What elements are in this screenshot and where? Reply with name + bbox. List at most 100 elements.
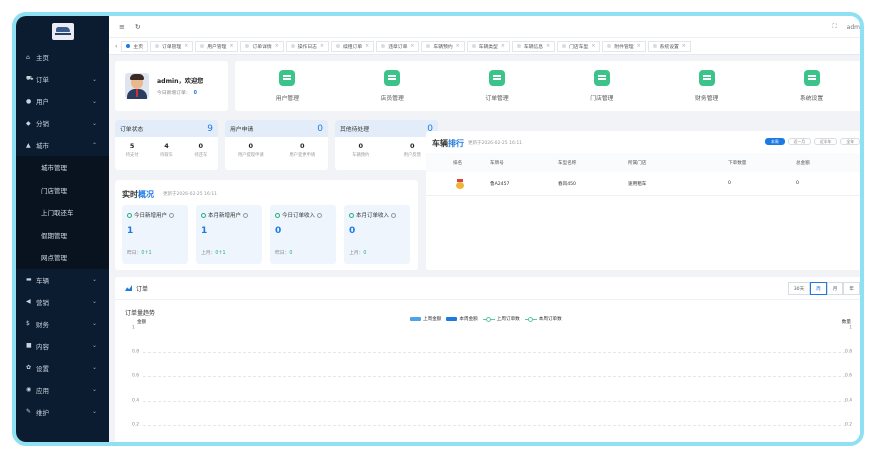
close-icon[interactable]: × <box>546 44 550 49</box>
ranking-range-button[interactable]: 近半年 <box>814 138 838 145</box>
tab-label: 订单详情 <box>252 44 272 50</box>
sidebar-item-cart[interactable]: ⛟ 订单 ⌄ <box>16 68 109 90</box>
info-icon[interactable] <box>169 212 175 218</box>
sidebar-subitem[interactable]: 假期管理 <box>16 223 109 246</box>
tab-5[interactable]: 操作日志 × <box>285 40 329 52</box>
stat-label: 待还车 <box>194 153 208 158</box>
chevron-down-icon: ⌄ <box>91 276 97 283</box>
close-icon[interactable]: × <box>456 44 460 49</box>
tab-3[interactable]: 用户管理 × <box>195 40 239 52</box>
tab-8[interactable]: 车辆预约 × <box>421 40 465 52</box>
content-icon: ■ <box>26 342 32 349</box>
sidebar-item-marketing[interactable]: ◀ 营销 ⌄ <box>16 291 109 313</box>
stat-item[interactable]: 0 车辆预约 <box>352 142 369 158</box>
sidebar-item-settings[interactable]: ✿ 设置 ⌄ <box>16 357 109 379</box>
realtime-updated: 更新于2026-02-25 16:11 <box>163 192 218 197</box>
chevron-down-icon: ⌄ <box>91 386 97 393</box>
sidebar-item-app[interactable]: ◉ 应用 ⌄ <box>16 379 109 401</box>
tab-label: 用户管理 <box>207 44 227 50</box>
ranking-range-button[interactable]: 全年 <box>840 138 860 145</box>
tab-2[interactable]: 订单管理 × <box>150 40 194 52</box>
tabs-scroll-left-icon[interactable]: ‹ <box>115 43 117 50</box>
stat-item[interactable]: 0 用户反馈 <box>404 142 421 158</box>
refresh-icon[interactable]: ↻ <box>135 23 141 31</box>
fullscreen-icon[interactable]: ⛶ <box>832 23 836 31</box>
chart-icon <box>125 285 132 291</box>
sidebar-item-label: 城市 <box>36 142 49 150</box>
close-icon[interactable]: × <box>365 44 369 49</box>
y-tick-right: 0.6 <box>845 373 852 379</box>
legend-item[interactable]: 上周金额 <box>410 316 441 322</box>
stat-value: 0 <box>248 142 254 150</box>
ranking-range-button[interactable]: 近一月 <box>787 138 812 145</box>
sidebar-item-home[interactable]: ⌂ 主页 <box>16 46 109 68</box>
chevron-down-icon: ⌄ <box>91 119 97 127</box>
tab-6[interactable]: 续租订单 × <box>330 40 375 52</box>
sidebar-item-user[interactable]: ● 用户 ⌄ <box>16 90 109 112</box>
sidebar-item-car[interactable]: ▬ 车辆 ⌄ <box>16 269 109 291</box>
shortcut-clerk-manage[interactable]: 店员管理 <box>352 70 432 102</box>
table-row[interactable]: 鲁A2457 春风450 速用租车 0 0 <box>426 172 860 196</box>
close-icon[interactable]: × <box>501 44 505 49</box>
welcome-greeting: admin，欢迎您 <box>157 78 204 85</box>
close-icon[interactable]: × <box>410 44 414 49</box>
close-icon[interactable]: × <box>229 44 233 49</box>
user-menu[interactable]: adm <box>847 24 860 31</box>
order-range-button[interactable]: 30天 <box>787 282 811 295</box>
sidebar-item-content[interactable]: ■ 内容 ⌄ <box>16 335 109 357</box>
close-icon[interactable]: × <box>320 44 324 49</box>
stat-item[interactable]: 0 用户提现申请 <box>238 142 264 158</box>
close-icon[interactable]: × <box>637 44 641 49</box>
tab-10[interactable]: 车辆信息 × <box>511 40 556 52</box>
close-icon[interactable]: × <box>184 44 188 49</box>
info-icon[interactable] <box>391 212 397 218</box>
shortcut-system-settings[interactable]: 系统设置 <box>772 70 852 102</box>
shortcut-finance-manage[interactable]: 财务管理 <box>667 70 747 102</box>
tab-4[interactable]: 订单详情 × <box>240 40 284 52</box>
shortcut-panel: 用户管理 店员管理 订单管理 门店管理 财务管理 系统设置 <box>235 61 860 111</box>
sidebar-subitem[interactable]: 城市管理 <box>16 156 109 179</box>
tab-label: 车辆信息 <box>523 44 544 50</box>
tab-13[interactable]: 系统设置 × <box>647 40 691 52</box>
tab-12[interactable]: 附件管理 × <box>602 40 646 52</box>
sidebar-subitem[interactable]: 网点管理 <box>16 246 109 269</box>
realtime-box-value: 1 <box>127 226 134 236</box>
order-range-button[interactable]: 年 <box>843 282 860 295</box>
info-icon[interactable] <box>243 212 249 218</box>
ranking-range-button[interactable]: 本周 <box>765 138 785 145</box>
compare-value: 0 <box>363 251 367 256</box>
tab-11[interactable]: 门店车型 × <box>557 40 601 52</box>
stat-item[interactable]: 5 待支付 <box>126 142 139 158</box>
legend-item[interactable]: 本周订单数 <box>524 316 562 322</box>
tab-9[interactable]: 车辆类型 × <box>466 40 510 52</box>
sidebar-item-city[interactable]: ▲ 城市 ⌃ <box>16 134 109 156</box>
sidebar-item-maintain[interactable]: ✎ 维护 ⌄ <box>16 401 109 423</box>
legend-item[interactable]: 上周订单数 <box>482 316 520 322</box>
order-manage-icon <box>489 70 506 86</box>
shortcut-user-manage[interactable]: 用户管理 <box>247 70 327 102</box>
sidebar-item-share[interactable]: ◆ 分销 ⌄ <box>16 112 109 134</box>
order-range-button[interactable]: 周 <box>810 282 827 295</box>
legend-label: 上周订单数 <box>496 317 520 322</box>
tab-label: 订单管理 <box>162 44 182 50</box>
stat-item[interactable]: 0 用户变更申请 <box>289 142 315 158</box>
sidebar-subitem[interactable]: 门店管理 <box>16 178 109 201</box>
legend-item[interactable]: 本周金额 <box>446 316 478 322</box>
tab-7[interactable]: 违章订单 × <box>376 40 420 52</box>
info-icon[interactable] <box>317 212 323 218</box>
tab-status-dot <box>607 44 612 48</box>
sidebar-subitem[interactable]: 上门取还车 <box>16 201 109 224</box>
chevron-down-icon: ⌄ <box>91 75 97 83</box>
close-icon[interactable]: × <box>275 44 279 49</box>
tab-1[interactable]: 主页 <box>121 40 149 52</box>
close-icon[interactable]: × <box>591 44 595 49</box>
stat-item[interactable]: 4 待取车 <box>160 142 173 158</box>
menu-toggle-icon[interactable]: ≡ <box>119 23 125 31</box>
sidebar-item-finance[interactable]: $ 财务 ⌄ <box>16 313 109 335</box>
stat-item[interactable]: 0 待还车 <box>194 142 207 158</box>
order-range-button[interactable]: 月 <box>826 282 844 295</box>
logo <box>16 16 109 46</box>
close-icon[interactable]: × <box>682 44 686 49</box>
shortcut-store-manage[interactable]: 门店管理 <box>562 70 642 102</box>
shortcut-order-manage[interactable]: 订单管理 <box>457 70 537 102</box>
